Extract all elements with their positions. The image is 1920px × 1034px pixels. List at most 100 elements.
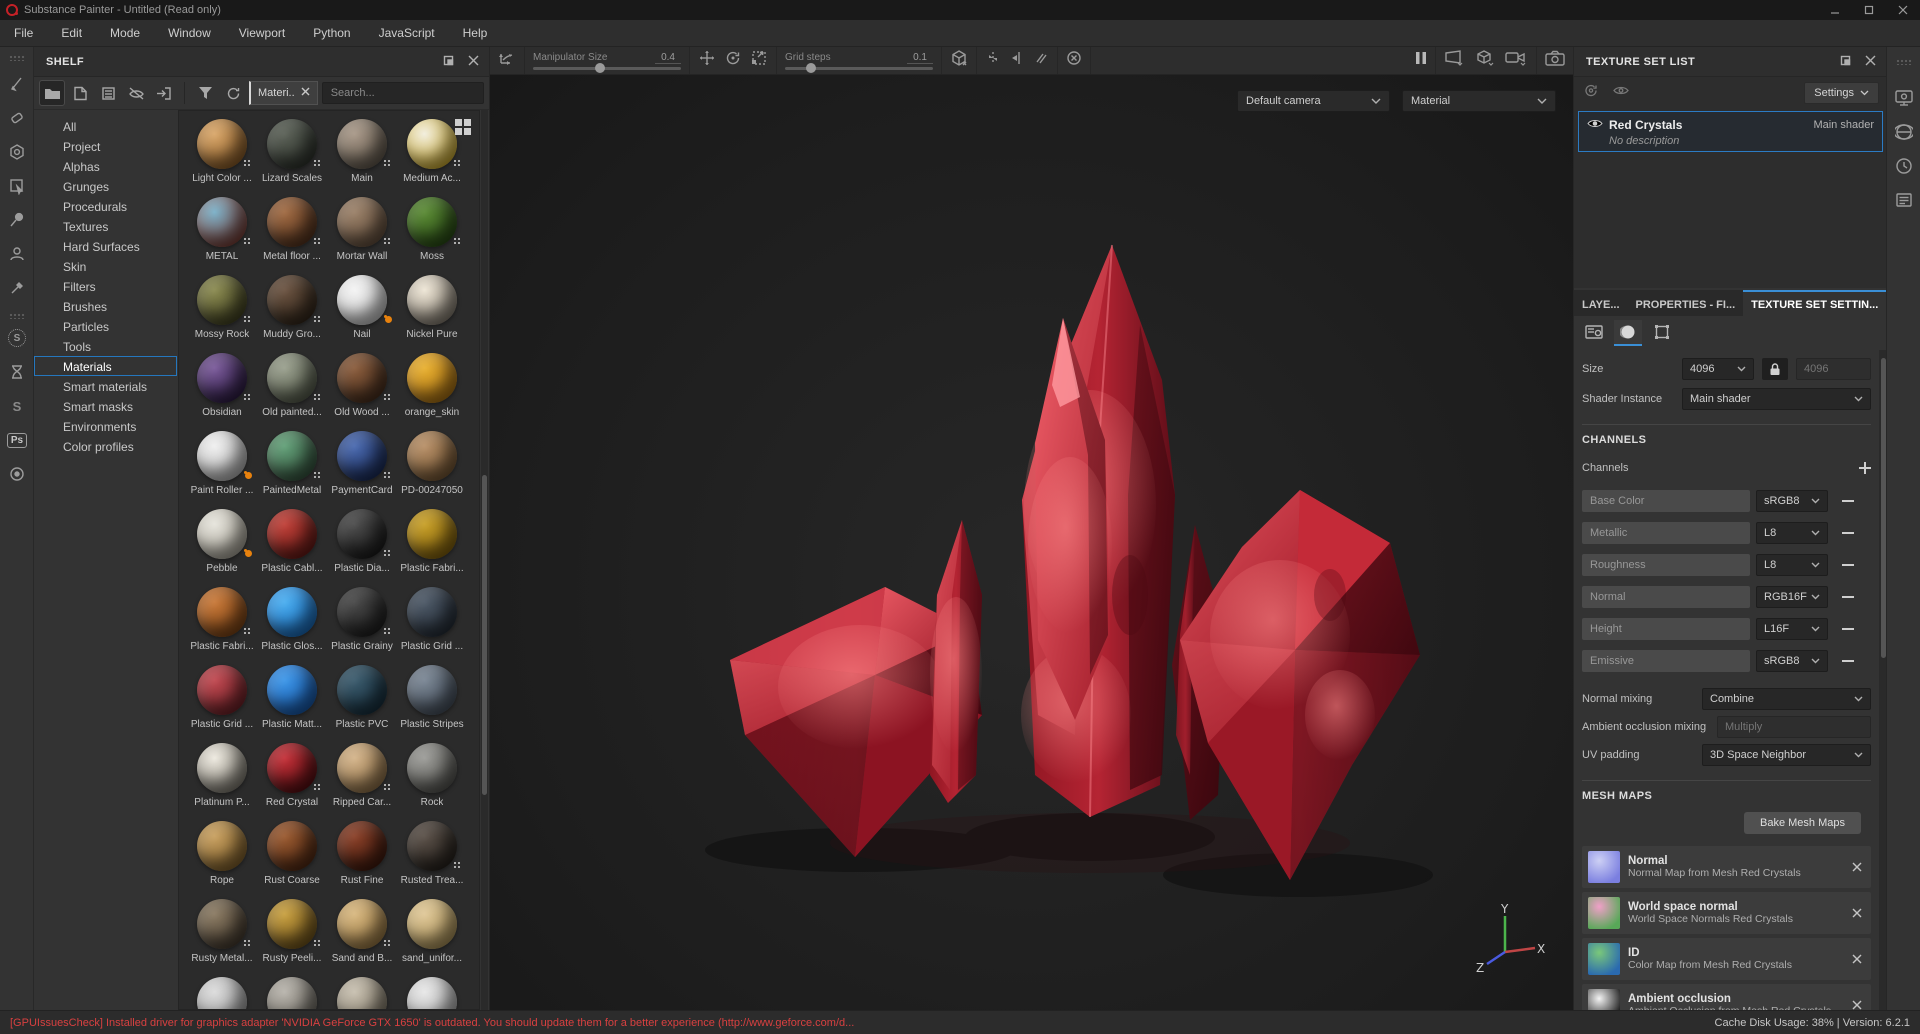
material-item[interactable]: Red Crystal <box>257 743 327 821</box>
material-thumbnail[interactable] <box>337 119 391 169</box>
material-item[interactable]: Muddy Gro... <box>257 275 327 353</box>
grid-steps-value[interactable]: 0.1 <box>907 52 933 64</box>
lock-ratio-button[interactable] <box>1762 358 1788 380</box>
history-clock-icon[interactable] <box>1893 155 1915 177</box>
material-item[interactable]: Rust Coarse <box>257 821 327 899</box>
remove-channel-icon[interactable] <box>1842 655 1854 667</box>
material-thumbnail[interactable] <box>337 587 391 637</box>
mesh-map-clear-icon[interactable] <box>1849 908 1865 918</box>
plugin-puck-icon[interactable] <box>4 461 30 487</box>
settings-list-icon[interactable] <box>1580 320 1608 346</box>
channel-format-dropdown[interactable]: L16F <box>1756 618 1828 640</box>
material-item[interactable]: PD-00247050 <box>397 431 467 509</box>
menu-item[interactable]: JavaScript <box>365 20 449 47</box>
drag-handle-icon[interactable] <box>9 55 25 61</box>
material-item[interactable] <box>327 977 397 1009</box>
shelf-category[interactable]: Project <box>34 136 177 156</box>
shelf-category[interactable]: Smart materials <box>34 376 177 396</box>
material-item[interactable] <box>397 977 467 1009</box>
material-sphere-icon[interactable] <box>1614 320 1642 346</box>
material-thumbnail[interactable] <box>197 275 251 325</box>
shelf-scrollbar-thumb[interactable] <box>482 475 487 795</box>
channel-format-dropdown[interactable]: L8 <box>1756 522 1828 544</box>
clone-tool[interactable] <box>4 241 30 267</box>
settings-button[interactable]: Settings <box>1804 82 1879 104</box>
substance-source-icon[interactable]: S <box>4 325 30 351</box>
remove-channel-icon[interactable] <box>1842 623 1854 635</box>
mesh-display-icon[interactable] <box>1474 49 1496 72</box>
material-item[interactable]: Rusty Metal... <box>187 899 257 977</box>
shelf-category[interactable]: Smart masks <box>34 396 177 416</box>
material-thumbnail[interactable] <box>197 509 252 559</box>
menu-item[interactable]: Edit <box>47 20 96 47</box>
remove-channel-icon[interactable] <box>1842 495 1854 507</box>
material-thumbnail[interactable] <box>197 821 247 871</box>
material-item[interactable]: Light Color ... <box>187 119 257 197</box>
material-picker-tool[interactable] <box>4 275 30 301</box>
size-dropdown[interactable]: 4096 <box>1682 358 1754 380</box>
filter-chip[interactable]: Materi.. <box>249 81 318 105</box>
channel-name-field[interactable]: Roughness <box>1582 554 1750 576</box>
solo-visibility-icon[interactable] <box>1612 84 1630 102</box>
shader-instance-dropdown[interactable]: Main shader <box>1682 388 1871 410</box>
hide-resources-icon[interactable] <box>124 81 148 105</box>
uv-padding-dropdown[interactable]: 3D Space Neighbor <box>1702 744 1871 766</box>
material-item[interactable]: Rust Fine <box>327 821 397 899</box>
substance-share-icon[interactable]: S <box>4 393 30 419</box>
minimize-button[interactable] <box>1818 0 1852 20</box>
material-thumbnail[interactable] <box>407 977 457 1009</box>
grid-steps-slider[interactable] <box>785 62 933 73</box>
move-icon[interactable] <box>698 49 716 72</box>
close-panel-icon[interactable] <box>1865 53 1876 71</box>
normal-mixing-dropdown[interactable]: Combine <box>1702 688 1871 710</box>
material-thumbnail[interactable] <box>267 821 317 871</box>
slider-knob[interactable] <box>805 62 816 73</box>
material-thumbnail[interactable] <box>337 275 392 325</box>
material-item[interactable]: Rusty Peeli... <box>257 899 327 977</box>
maximize-button[interactable] <box>1852 0 1886 20</box>
display-settings-icon[interactable] <box>1893 87 1915 109</box>
material-item[interactable]: Nail <box>327 275 397 353</box>
material-thumbnail[interactable] <box>267 119 321 169</box>
uv-polygon-icon[interactable] <box>1648 320 1676 346</box>
remove-channel-icon[interactable] <box>1842 591 1854 603</box>
material-item[interactable]: Plastic Grid ... <box>397 587 467 665</box>
size-height-input[interactable]: 4096 <box>1796 358 1871 380</box>
close-panel-icon[interactable] <box>468 53 479 71</box>
shelf-category[interactable]: Alphas <box>34 156 177 176</box>
shelf-category[interactable]: All <box>34 116 177 136</box>
shading-mode-dropdown[interactable]: Material <box>1402 90 1556 112</box>
material-thumbnail[interactable] <box>337 821 387 871</box>
material-thumbnail[interactable] <box>407 587 457 637</box>
iray-hourglass-icon[interactable] <box>4 359 30 385</box>
material-item[interactable]: sand_unifor... <box>397 899 467 977</box>
manipulator-size-value[interactable]: 0.4 <box>655 52 681 64</box>
pause-icon[interactable] <box>1415 51 1427 70</box>
material-item[interactable]: Plastic Fabri... <box>187 587 257 665</box>
material-item[interactable]: METAL <box>187 197 257 275</box>
material-thumbnail[interactable] <box>407 275 457 325</box>
paint-brush-tool[interactable] <box>4 71 30 97</box>
import-resources-icon[interactable] <box>152 81 176 105</box>
material-thumbnail[interactable] <box>267 353 321 403</box>
material-thumbnail[interactable] <box>197 587 251 637</box>
material-thumbnail[interactable] <box>267 431 321 481</box>
photoshop-export-icon[interactable]: Ps <box>4 427 30 453</box>
menu-item[interactable]: File <box>0 20 47 47</box>
material-item[interactable]: Plastic PVC <box>327 665 397 743</box>
material-thumbnail[interactable] <box>407 431 457 481</box>
rotate-icon[interactable] <box>724 49 742 72</box>
material-thumbnail[interactable] <box>407 197 461 247</box>
symmetry-vertical-icon[interactable] <box>985 50 1001 71</box>
mesh-map-card[interactable]: Normal Normal Map from Mesh Red Crystals <box>1582 846 1871 888</box>
channel-name-field[interactable]: Emissive <box>1582 650 1750 672</box>
shelf-category[interactable]: Brushes <box>34 296 177 316</box>
material-thumbnail[interactable] <box>267 197 321 247</box>
float-panel-icon[interactable] <box>1840 53 1851 71</box>
material-thumbnail[interactable] <box>197 977 247 1009</box>
material-thumbnail[interactable] <box>407 509 457 559</box>
material-thumbnail[interactable] <box>197 431 252 481</box>
material-item[interactable]: Old Wood ... <box>327 353 397 431</box>
material-thumbnail[interactable] <box>337 509 391 559</box>
material-item[interactable]: Main <box>327 119 397 197</box>
